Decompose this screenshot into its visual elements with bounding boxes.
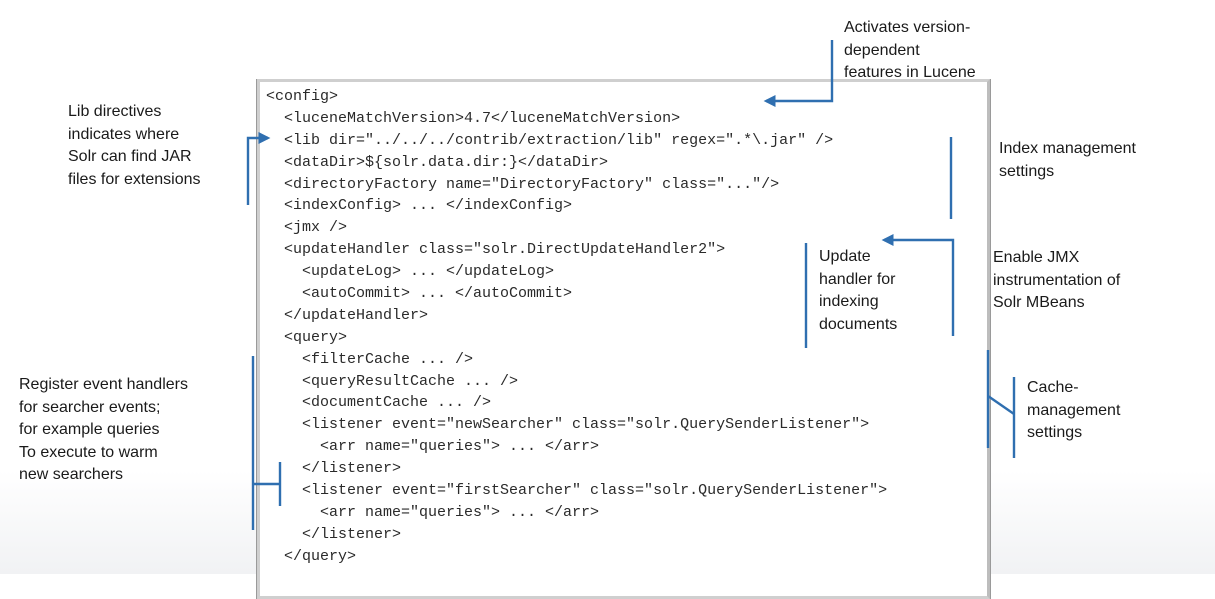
cache-connector	[987, 395, 1015, 415]
jmx-arrow	[881, 234, 955, 336]
version-arrow	[763, 40, 834, 107]
connector-overlay	[246, 40, 1016, 530]
lib-bracket	[246, 132, 271, 205]
